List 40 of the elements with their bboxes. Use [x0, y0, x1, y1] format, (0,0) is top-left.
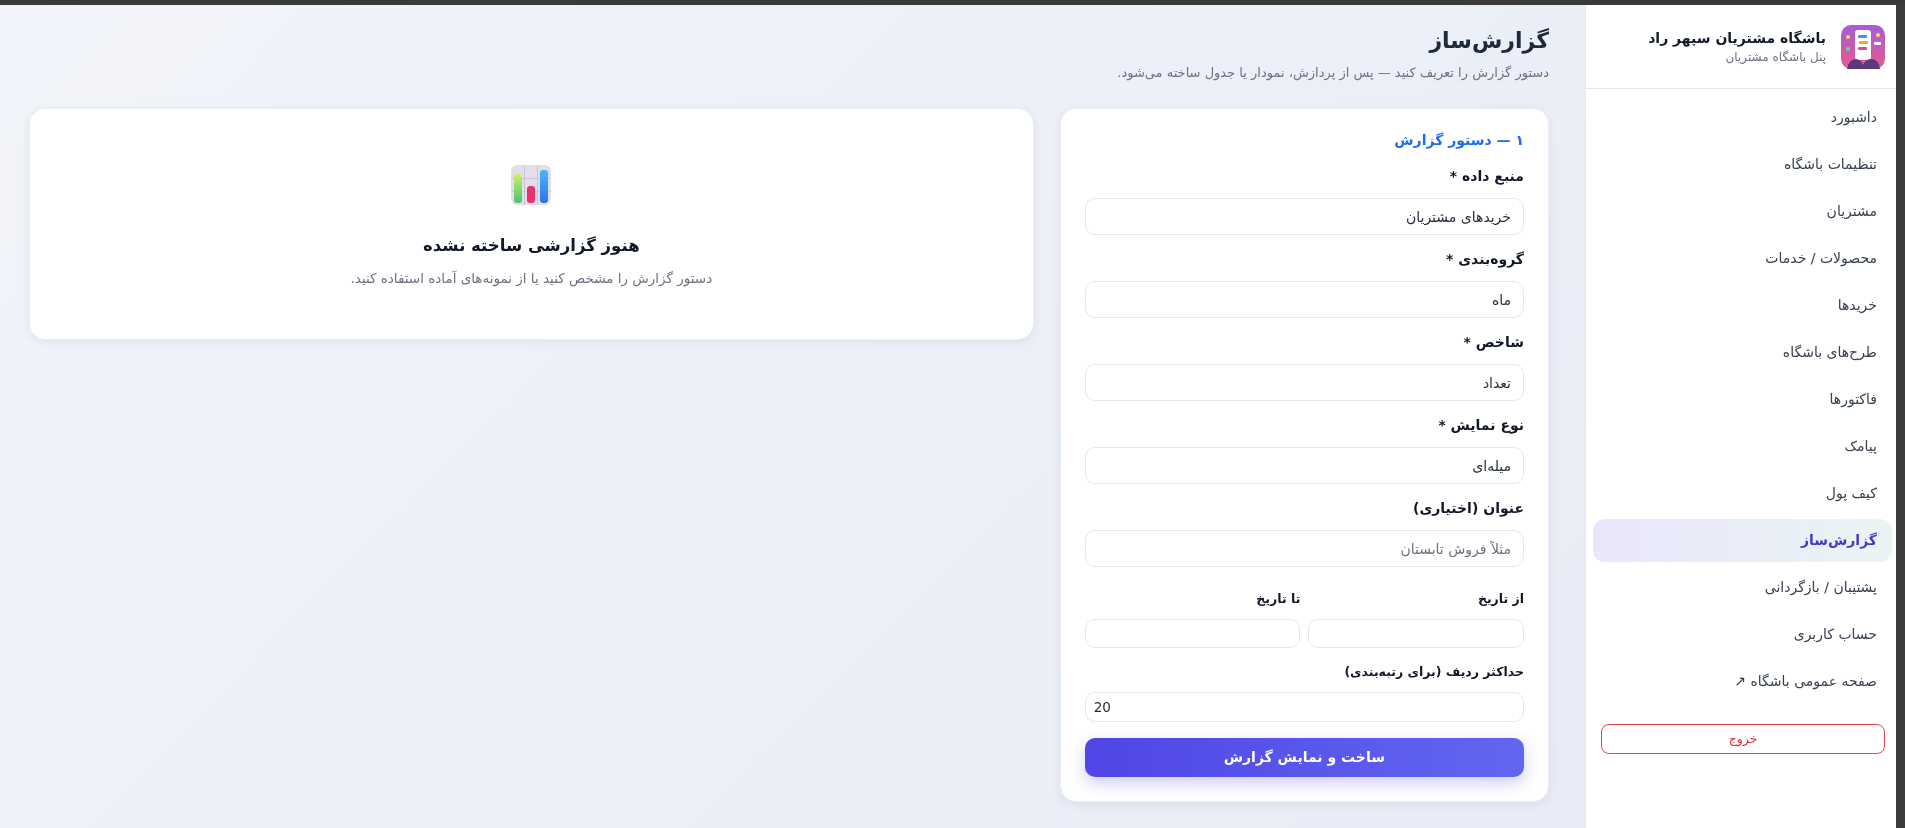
field-label: تا تاریخ — [1255, 590, 1301, 608]
brand-subtitle: پنل باشگاه مشتریان — [1724, 48, 1826, 66]
field-label: حداکثر ردیف (برای رتبه‌بندی) — [1343, 663, 1524, 681]
sidebar-item[interactable]: مشتریان — [1593, 190, 1892, 233]
field-label: شاخص * — [1462, 333, 1524, 353]
field-label: عنوان (اختیاری) — [1412, 499, 1524, 519]
phone-logo-icon — [1841, 24, 1885, 69]
sidebar-item[interactable]: فاکتورها — [1593, 378, 1892, 421]
page-subtitle: دستور گزارش را تعریف کنید — پس از پردازش، نمودار یا جدول ساخته می‌شود. — [1116, 64, 1549, 83]
sidebar-item[interactable]: پیامک — [1593, 425, 1892, 468]
sidebar-item[interactable]: پشتیبان / بازگردانی — [1593, 566, 1892, 609]
date-field[interactable] — [1084, 619, 1301, 648]
input-field[interactable]: مثلاً فروش تابستان — [1084, 530, 1524, 567]
sidebar-item[interactable]: طرح‌های باشگاه — [1593, 331, 1892, 374]
sidebar-item[interactable]: محصولات / خدمات — [1593, 237, 1892, 280]
empty-state-title: هنوز گزارشی ساخته نشده — [422, 235, 641, 257]
sidebar-item[interactable]: گزارش‌ساز — [1593, 519, 1892, 562]
number-field[interactable]: 20 — [1084, 692, 1524, 722]
input-field[interactable]: ماه — [1084, 281, 1524, 318]
sidebar-item[interactable]: داشبورد — [1593, 96, 1892, 139]
submit-button[interactable]: ساخت و نمایش گزارش — [1084, 738, 1524, 777]
logout-button[interactable]: خروج — [1601, 724, 1885, 754]
sidebar-item[interactable]: حساب کاربری — [1593, 613, 1892, 656]
input-field[interactable]: میله‌ای — [1084, 447, 1524, 484]
input-field[interactable]: تعداد — [1084, 364, 1524, 401]
field-label: منبع داده * — [1448, 167, 1524, 187]
date-field[interactable] — [1308, 619, 1524, 648]
brand-title: باشگاه مشتریان سپهر راد — [1648, 28, 1826, 48]
field-label: از تاریخ — [1476, 590, 1524, 608]
sidebar-item[interactable]: خریدها — [1593, 284, 1892, 327]
sidebar-item[interactable]: صفحه عمومی باشگاه ↗ — [1593, 660, 1892, 703]
empty-state-text: دستور گزارش را مشخص کنید یا از نمونه‌های آماده استفاده کنید. — [349, 269, 714, 289]
sidebar-item[interactable]: تنظیمات باشگاه — [1593, 143, 1892, 186]
sidebar-item[interactable]: کیف پول — [1593, 472, 1892, 515]
field-label: گروه‌بندی * — [1445, 250, 1524, 270]
section-title: ۱ — دستور گزارش — [1393, 131, 1524, 150]
page-title: گزارش‌ساز — [1427, 27, 1549, 56]
input-field[interactable]: خریدهای مشتریان — [1084, 198, 1524, 235]
bar-chart-icon — [511, 165, 552, 205]
field-label: نوع نمایش * — [1437, 416, 1524, 436]
